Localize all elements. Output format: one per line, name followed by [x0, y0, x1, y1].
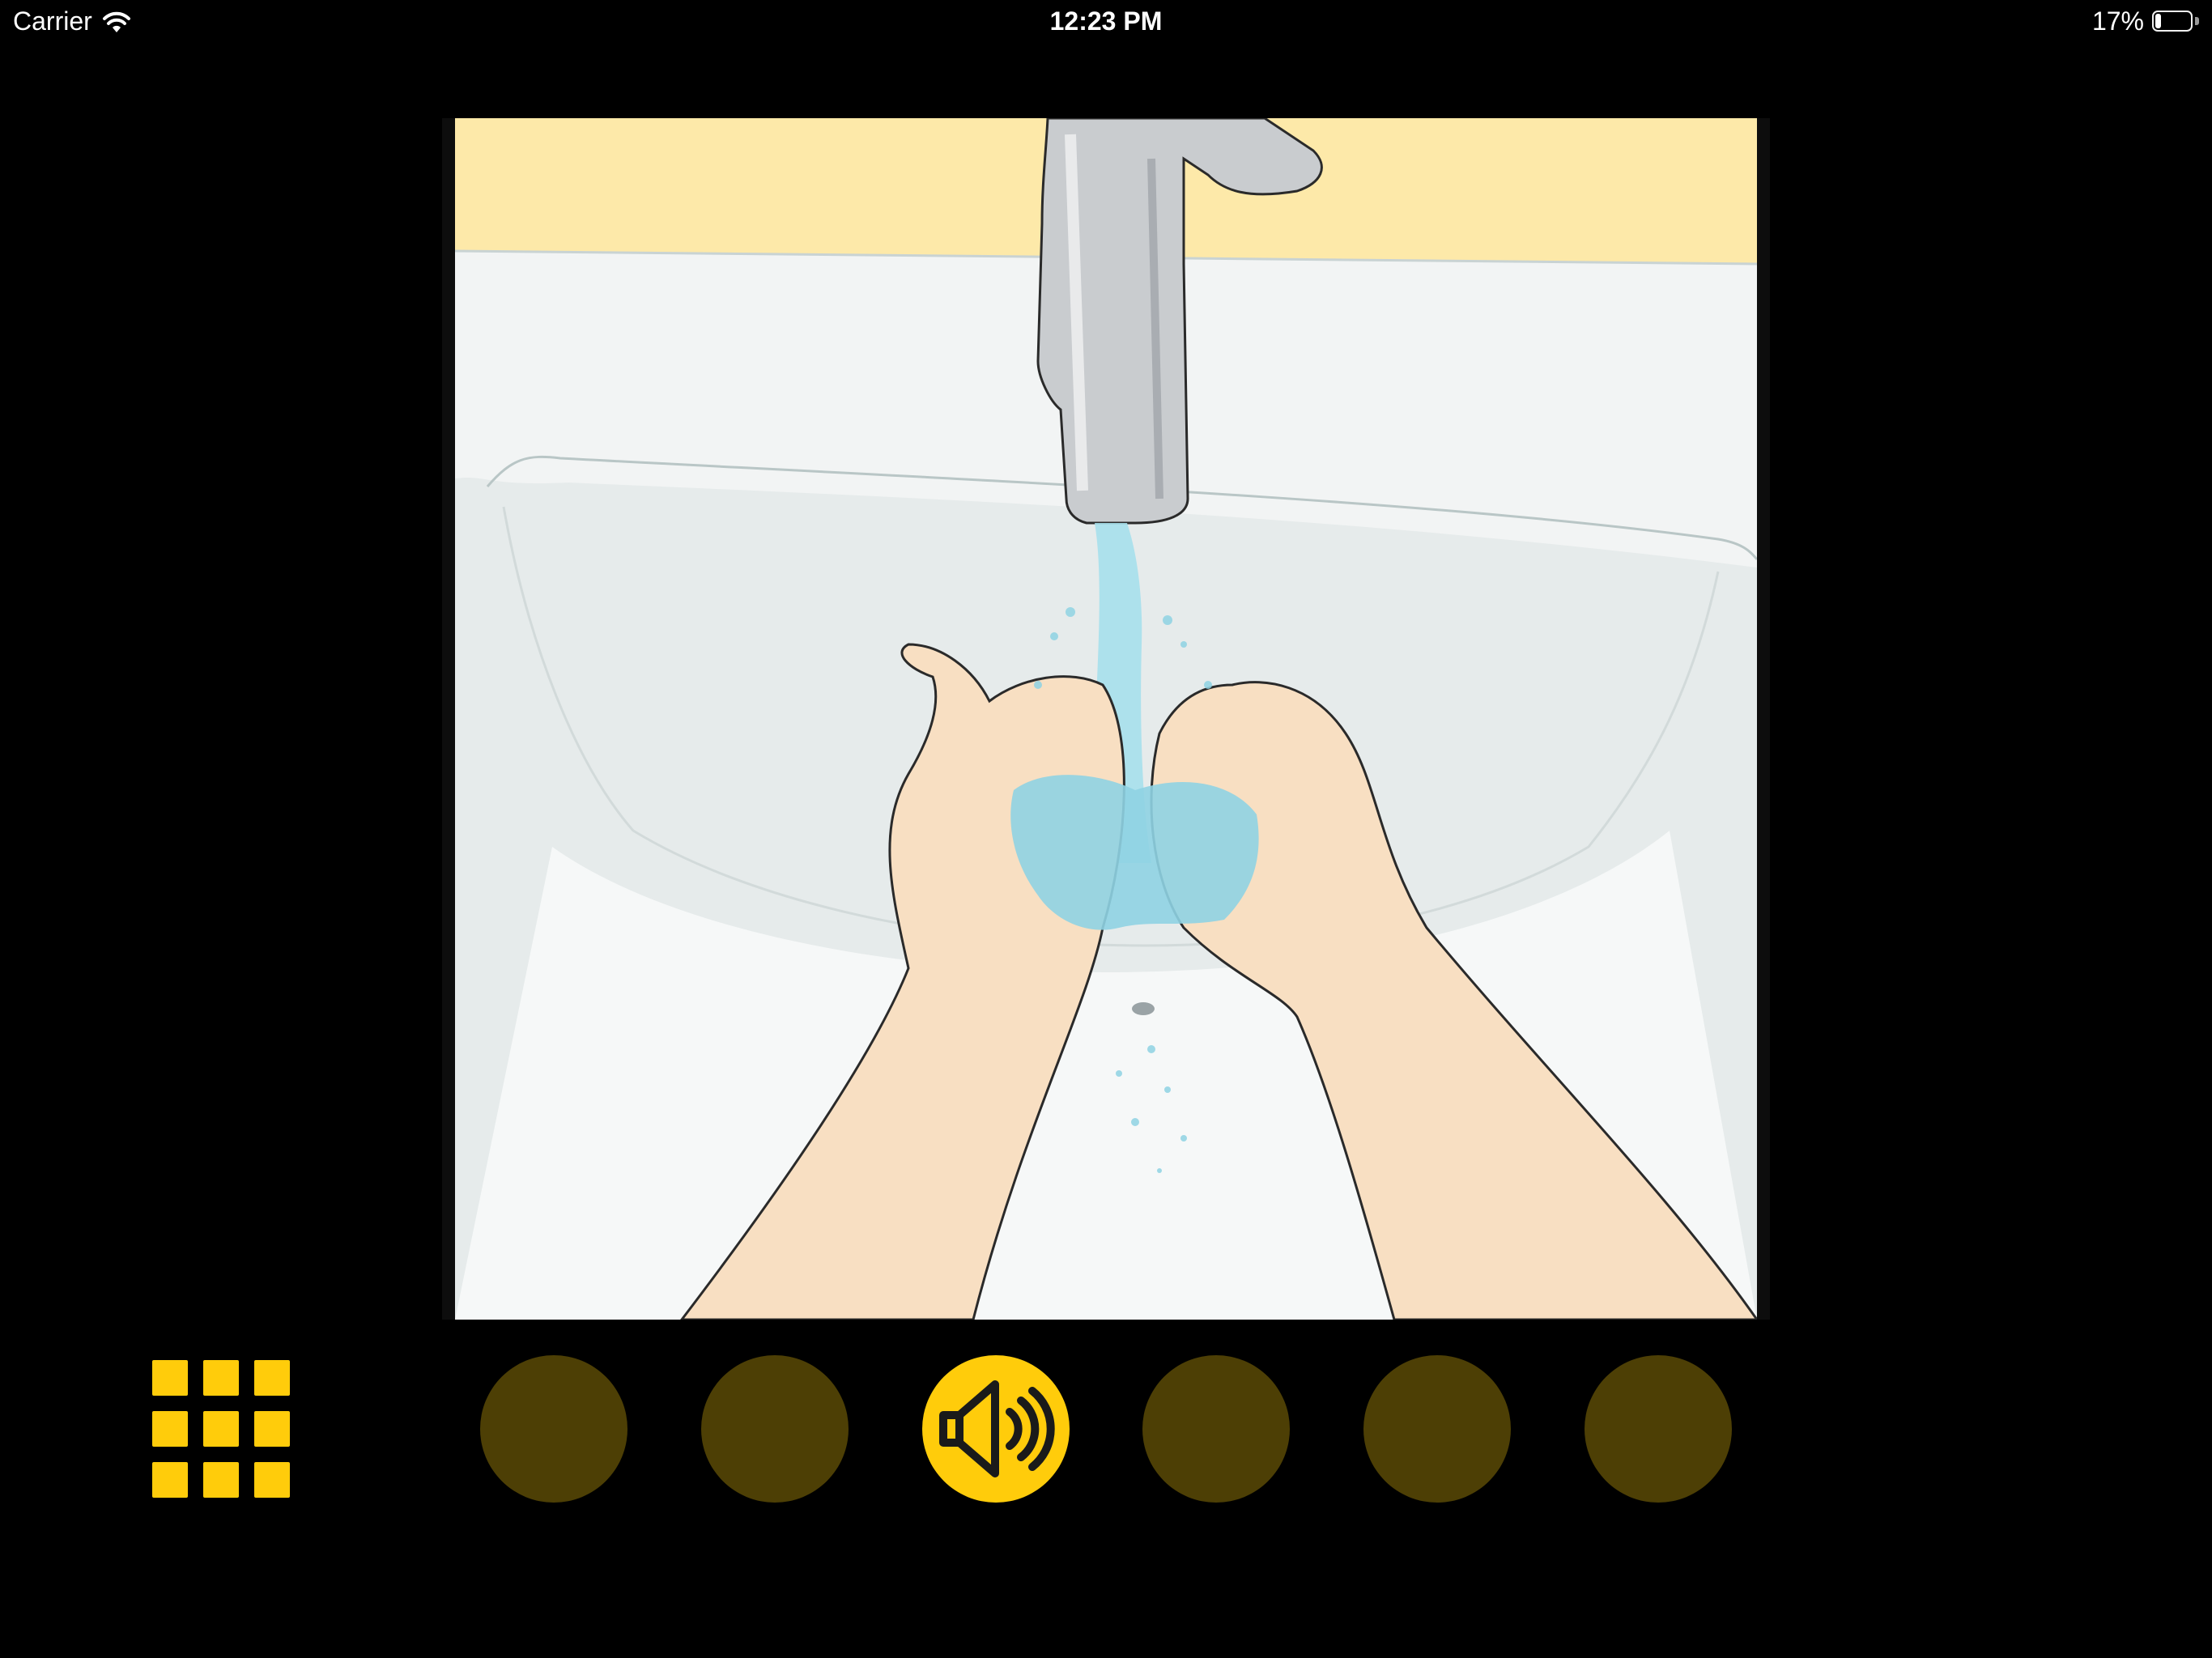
step-dot-2[interactable]: [701, 1355, 849, 1503]
battery-percent: 17%: [2091, 6, 2144, 36]
step-dot-4[interactable]: [1142, 1355, 1290, 1503]
step-dot-1[interactable]: [480, 1355, 627, 1503]
grid-menu-icon: [254, 1360, 290, 1396]
battery-level-fill: [2155, 13, 2161, 28]
grid-menu-icon: [203, 1360, 239, 1396]
grid-menu-icon: [254, 1411, 290, 1447]
app-screen: Carrier 12:23 PM 17%: [0, 0, 2212, 1658]
handwashing-illustration: [455, 118, 1757, 1320]
status-bar: Carrier 12:23 PM 17%: [0, 0, 2212, 45]
grid-menu-icon: [203, 1462, 239, 1498]
battery-group: 17%: [2092, 6, 2199, 36]
grid-menu-button[interactable]: [152, 1360, 290, 1498]
grid-menu-icon: [254, 1462, 290, 1498]
speaker-icon: [939, 1380, 1055, 1477]
grid-menu-icon: [203, 1411, 239, 1447]
speaker-button[interactable]: [922, 1355, 1070, 1503]
battery-icon: [2152, 10, 2199, 33]
illustration-frame: [442, 118, 1770, 1320]
grid-menu-icon: [152, 1462, 188, 1498]
grid-menu-icon: [152, 1411, 188, 1447]
grid-menu-icon: [152, 1360, 188, 1396]
step-dot-6[interactable]: [1585, 1355, 1732, 1503]
status-time: 12:23 PM: [1049, 6, 1163, 36]
step-dot-5[interactable]: [1363, 1355, 1511, 1503]
